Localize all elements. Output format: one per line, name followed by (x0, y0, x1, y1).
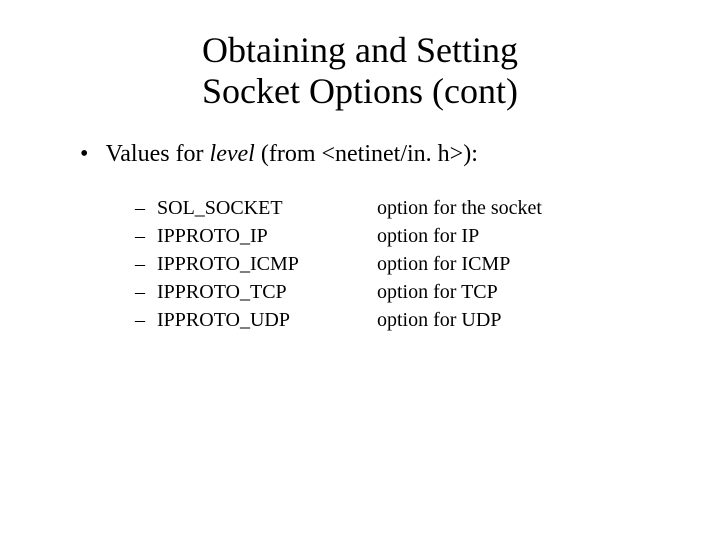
bullet-dot-icon: • (80, 141, 100, 168)
main-bullet-suffix: (from <netinet/in. h>): (255, 141, 478, 167)
dash-icon: – (135, 306, 157, 334)
list-item: – IPPROTO_TCP option for TCP (135, 278, 660, 306)
slide-title: Obtaining and Setting Socket Options (co… (60, 30, 660, 113)
slide: Obtaining and Setting Socket Options (co… (0, 0, 720, 540)
list-item: – SOL_SOCKET option for the socket (135, 194, 660, 222)
list-item: – IPPROTO_IP option for IP (135, 222, 660, 250)
item-desc: option for IP (377, 222, 660, 250)
dash-icon: – (135, 250, 157, 278)
sub-list: – SOL_SOCKET option for the socket – IPP… (135, 194, 660, 334)
item-label: IPPROTO_UDP (157, 306, 377, 334)
dash-icon: – (135, 194, 157, 222)
main-bullet: • Values for level (from <netinet/in. h>… (80, 141, 660, 168)
dash-icon: – (135, 222, 157, 250)
title-line-1: Obtaining and Setting (202, 30, 518, 70)
item-desc: option for the socket (377, 194, 660, 222)
item-desc: option for UDP (377, 306, 660, 334)
main-bullet-italic: level (210, 141, 255, 167)
list-item: – IPPROTO_ICMP option for ICMP (135, 250, 660, 278)
item-label: SOL_SOCKET (157, 194, 377, 222)
item-desc: option for ICMP (377, 250, 660, 278)
item-label: IPPROTO_IP (157, 222, 377, 250)
item-label: IPPROTO_ICMP (157, 250, 377, 278)
main-bullet-prefix: Values for (106, 141, 210, 167)
item-label: IPPROTO_TCP (157, 278, 377, 306)
item-desc: option for TCP (377, 278, 660, 306)
list-item: – IPPROTO_UDP option for UDP (135, 306, 660, 334)
dash-icon: – (135, 278, 157, 306)
title-line-2: Socket Options (cont) (202, 71, 518, 111)
